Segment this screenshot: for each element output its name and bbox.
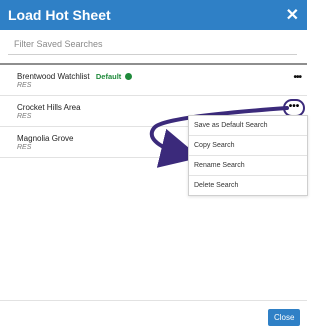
close-button[interactable]: Close [268, 309, 300, 326]
saved-search-name-text: Brentwood Watchlist [17, 72, 90, 81]
filter-saved-searches-input[interactable] [8, 33, 297, 55]
close-icon[interactable]: ✕ [286, 5, 299, 25]
list-item[interactable]: Brentwood Watchlist Default RES ••• [0, 65, 307, 96]
saved-search-subtitle: RES [17, 113, 32, 120]
menu-item-rename-search[interactable]: Rename Search [189, 156, 307, 176]
menu-item-save-as-default[interactable]: Save as Default Search [189, 116, 307, 136]
dialog-title: Load Hot Sheet [8, 7, 111, 23]
dialog-header: Load Hot Sheet ✕ [0, 0, 307, 30]
saved-search-name: Magnolia Grove [17, 134, 74, 143]
default-badge-label: Default [95, 72, 122, 81]
saved-search-subtitle: RES [17, 82, 32, 89]
footer-divider [0, 300, 307, 301]
check-circle-icon [125, 73, 133, 80]
more-options-icon[interactable]: ••• [293, 72, 301, 83]
menu-item-copy-search[interactable]: Copy Search [189, 136, 307, 156]
saved-search-name: Brentwood Watchlist Default [17, 72, 133, 81]
saved-search-name: Crocket Hills Area [17, 103, 81, 112]
default-badge: Default [96, 72, 133, 81]
context-menu: Save as Default Search Copy Search Renam… [188, 115, 308, 196]
menu-item-delete-search[interactable]: Delete Search [189, 176, 307, 195]
saved-search-subtitle: RES [17, 144, 32, 151]
